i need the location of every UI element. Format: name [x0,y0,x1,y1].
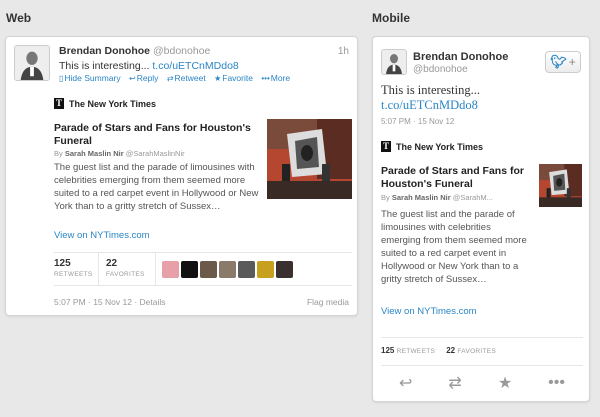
timestamp[interactable]: 5:07 PM · 15 Nov 12 [54,297,132,307]
favoriter-avatars [162,261,293,278]
divider [155,253,156,285]
document-icon: ▯ [59,74,64,83]
divider [98,253,99,285]
timestamp[interactable]: 5:07 PM · 15 Nov 12 [381,117,454,126]
tweet-link[interactable]: t.co/uETCnMDdo8 [381,98,480,113]
retweets-stat[interactable]: 125 RETWEETS [54,258,93,278]
publisher-name: The New York Times [69,98,157,109]
tweet-stats: 125 RETWEETS 22 FAVORITES [54,252,352,286]
avatar[interactable] [276,261,293,278]
reply-icon: ↩ [129,74,136,83]
author-name[interactable]: Brendan Donohoe @bdonohoe [59,45,210,57]
reply-icon[interactable]: ↩ [399,373,412,393]
article-thumbnail[interactable] [267,119,352,199]
nyt-logo-icon: T [54,98,64,109]
tweet-text: This is interesting... t.co/uETCnMDdo8 [59,60,239,72]
author-handle[interactable]: @bdonohoe [413,64,468,75]
card-author-handle[interactable]: @SarahM... [453,193,493,202]
hide-summary-button[interactable]: ▯Hide Summary [59,73,121,83]
avatar[interactable] [200,261,217,278]
tweet-stats: 125 RETWEETS 22 FAVORITES [381,337,583,355]
article-thumbnail[interactable] [539,164,582,207]
web-tweet-card: Brendan Donohoe @bdonohoe 1h This is inte… [5,36,358,316]
mobile-section-label: Mobile [372,11,410,25]
mobile-tweet-card: Brendan Donohoe @bdonohoe 🐦︎ + This is i… [372,36,590,402]
author-name[interactable]: Brendan Donohoe [413,51,508,63]
tweet-link[interactable]: t.co/uETCnMDdo8 [152,60,238,72]
retweets-stat[interactable]: 125 RETWEETS [381,346,435,355]
tweet-actions: ▯Hide Summary ↩Reply ⇄Retweet ★Favorite … [59,73,296,83]
publisher-row[interactable]: T The New York Times [54,98,156,109]
favorites-stat[interactable]: 22 FAVORITES [446,346,496,355]
ellipsis-icon[interactable]: ••• [548,374,565,392]
star-icon[interactable]: ★ [498,373,512,393]
retweet-icon[interactable]: ⇄ [448,373,461,393]
avatar[interactable] [14,45,50,81]
relative-time[interactable]: 1h [338,46,349,57]
author-handle[interactable]: @bdonohoe [153,45,210,57]
card-author[interactable]: Sarah Maslin Nir [65,149,124,158]
nyt-logo-icon: T [381,141,391,152]
avatar[interactable] [257,261,274,278]
follow-button[interactable]: 🐦︎ + [545,51,581,73]
publisher-row[interactable]: T The New York Times [381,141,483,152]
view-on-nytimes-link[interactable]: View on NYTimes.com [54,230,150,241]
details-link[interactable]: Details [140,297,166,307]
ellipsis-icon: ••• [261,74,270,83]
star-icon: ★ [214,74,222,83]
flag-media-link[interactable]: Flag media [307,297,349,307]
tweet-footer: 5:07 PM · 15 Nov 12 · Details [54,297,166,307]
retweet-button[interactable]: ⇄Retweet [167,73,206,83]
favorites-stat[interactable]: 22 FAVORITES [106,258,145,278]
card-author[interactable]: Sarah Maslin Nir [392,193,451,202]
avatar[interactable] [381,49,407,75]
mobile-action-bar: ↩ ⇄ ★ ••• [381,365,583,399]
publisher-name: The New York Times [396,141,484,152]
avatar[interactable] [219,261,236,278]
reply-button[interactable]: ↩Reply [129,73,158,83]
card-summary: The guest list and the parade of limousi… [54,162,259,212]
tweet-text: This is interesting... t.co/uETCnMDdo8 [381,83,480,113]
favorite-button[interactable]: ★Favorite [214,73,253,83]
plus-icon: + [568,55,576,69]
more-button[interactable]: •••More [261,73,290,83]
view-on-nytimes-link[interactable]: View on NYTimes.com [381,306,477,317]
card-author-handle[interactable]: @SarahMaslinNir [126,149,185,158]
card-headline[interactable]: Parade of Stars and Fans for Houston's F… [381,165,531,191]
web-section-label: Web [6,11,32,25]
avatar[interactable] [162,261,179,278]
card-summary: The guest list and the parade of limousi… [381,209,527,285]
retweet-icon: ⇄ [166,74,174,83]
twitter-bird-icon: 🐦︎ [550,54,567,69]
avatar[interactable] [181,261,198,278]
card-byline: By Sarah Maslin Nir @SarahMaslinNir [54,149,185,158]
card-headline[interactable]: Parade of Stars and Fans for Houston's F… [54,122,254,148]
card-byline: By Sarah Maslin Nir @SarahM... [381,193,493,202]
avatar[interactable] [238,261,255,278]
